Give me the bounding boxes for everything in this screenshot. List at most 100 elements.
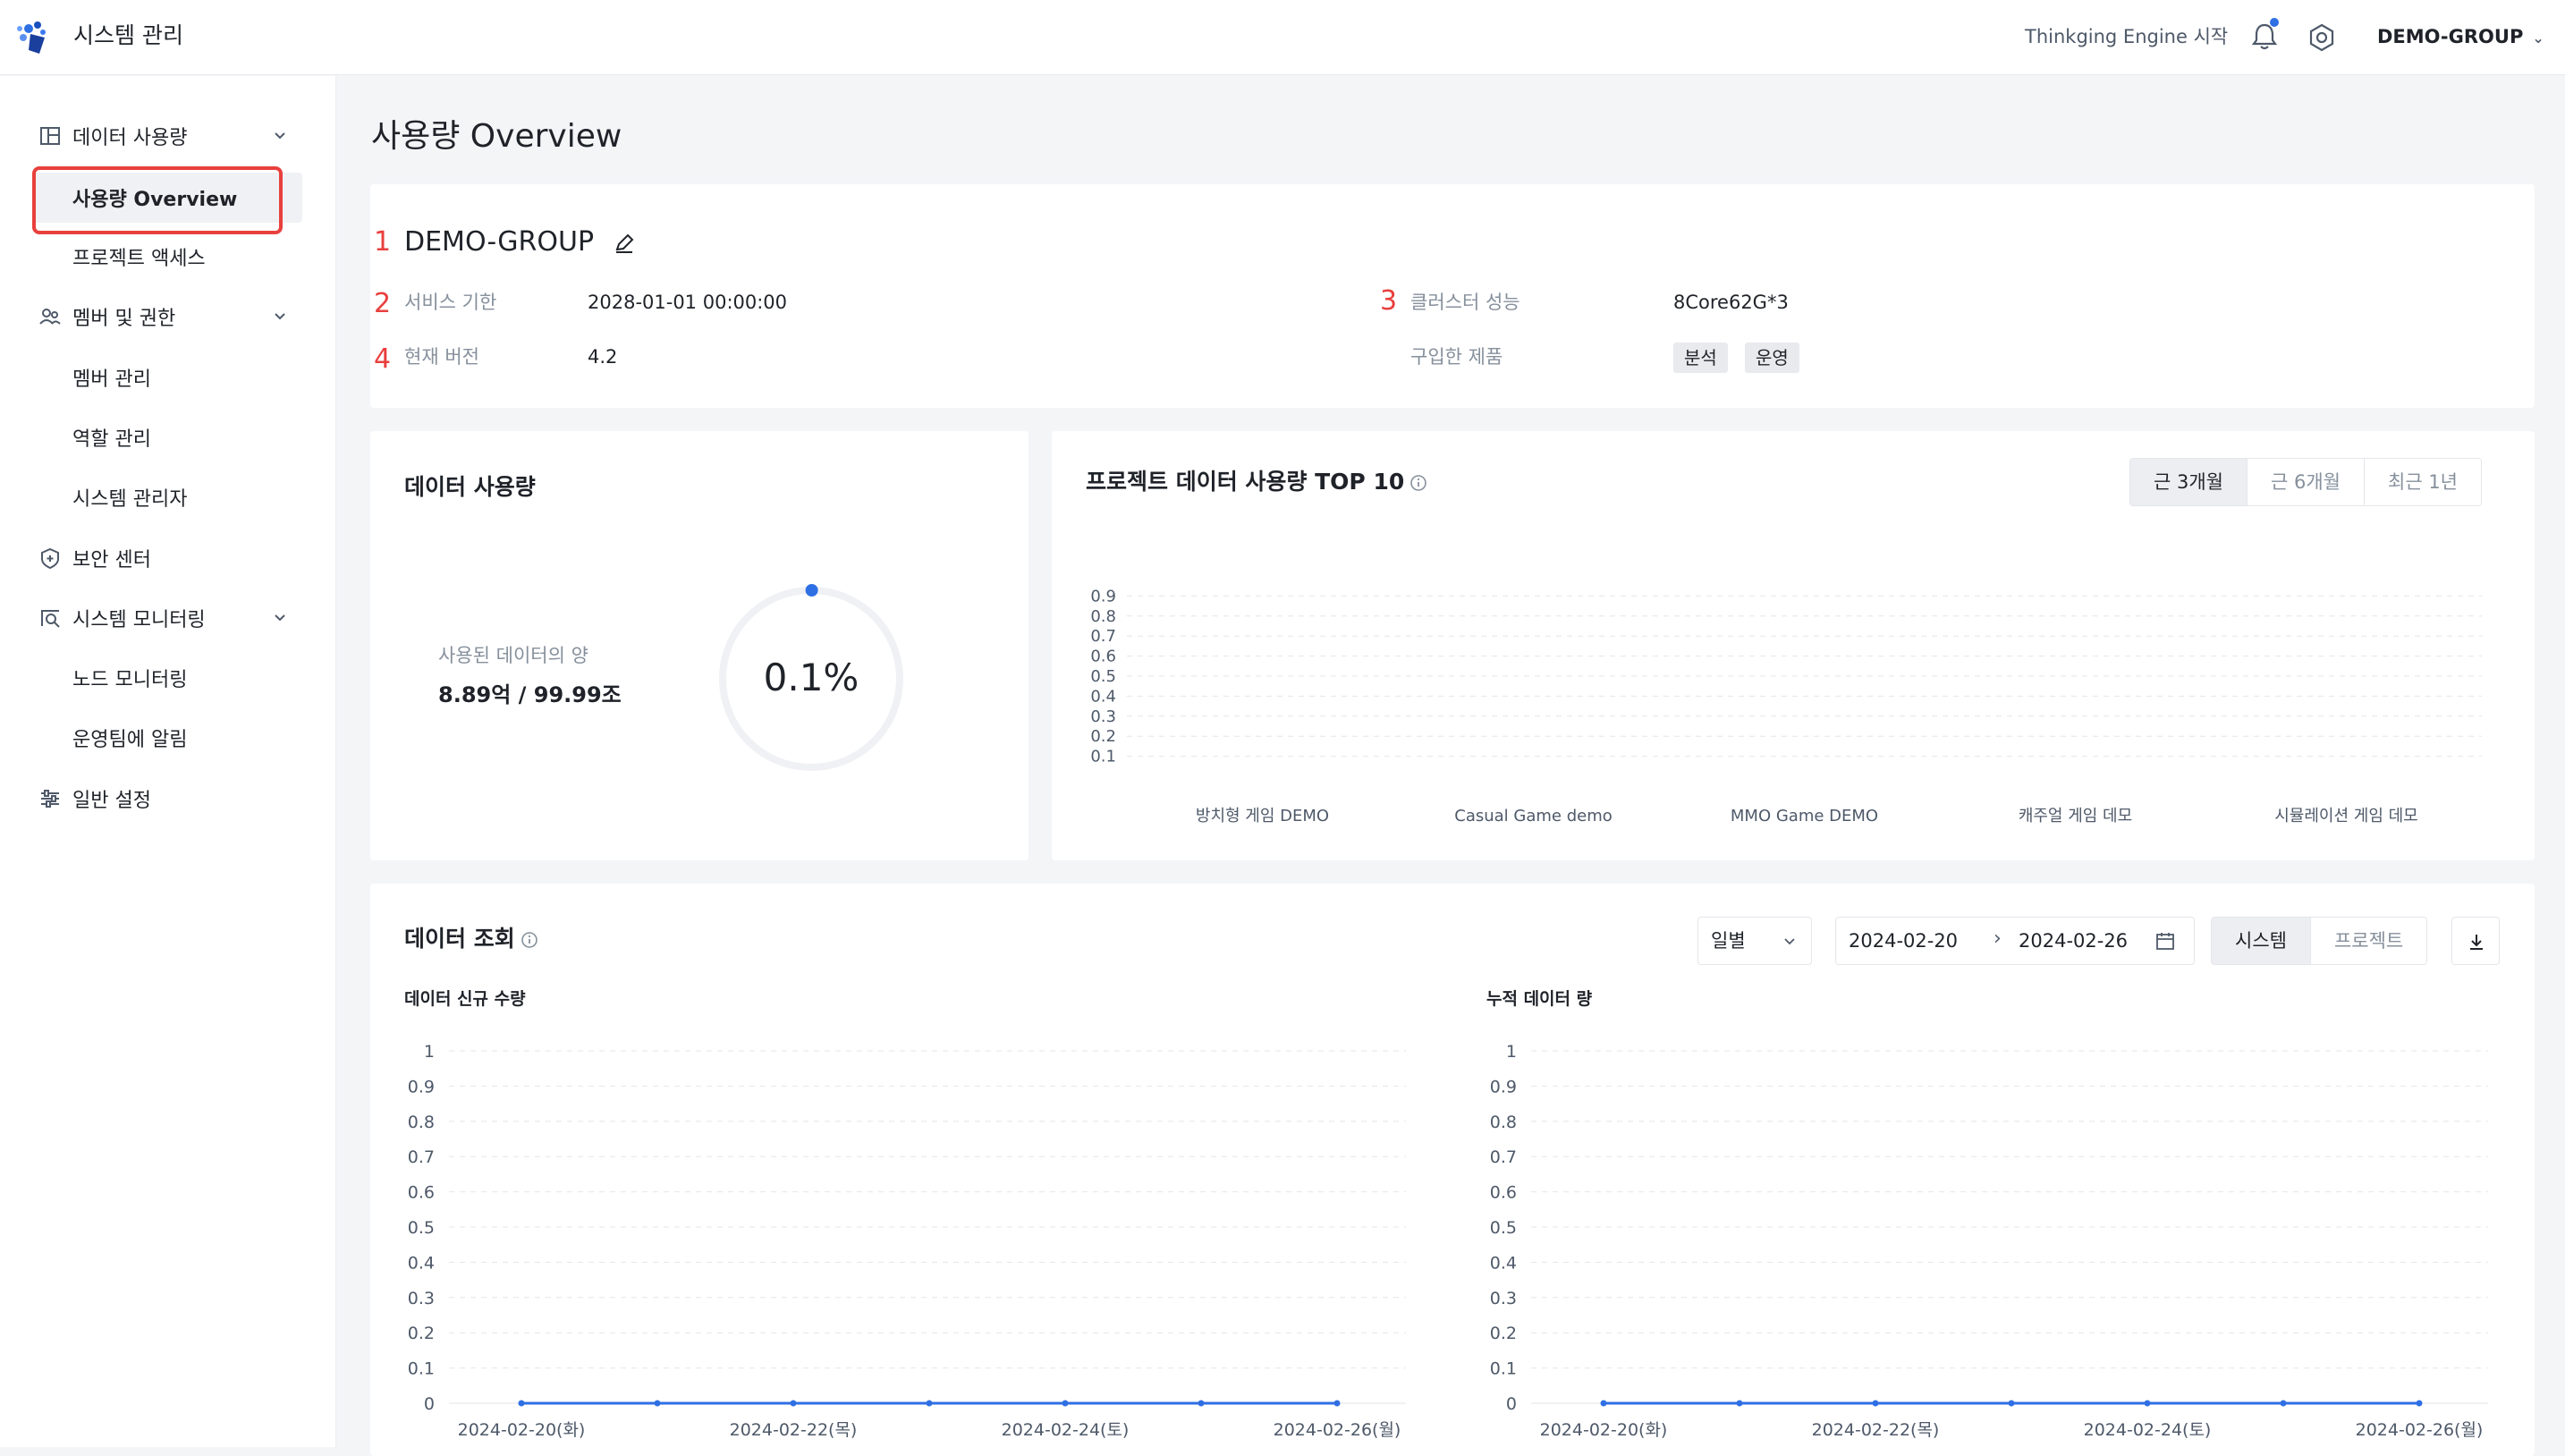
shield-icon [41, 547, 59, 570]
top-header: 시스템 관리 Thinkging Engine 시작 DEMO-GROUP ⌄ [0, 0, 2565, 75]
cluster-label: 클러스터 성능 [1410, 292, 1520, 313]
top10-title: 프로젝트 데이터 사용량 TOP 10 [1086, 469, 1405, 495]
chevron-down-icon: ⌄ [2532, 30, 2544, 47]
scope-option-system[interactable]: 시스템 [2212, 918, 2310, 964]
left-chart-title: 데이터 신규 수량 [404, 989, 526, 1009]
y-tick-label: 0.2 [408, 1324, 435, 1343]
info-icon[interactable] [1409, 474, 1427, 492]
highlight-annotation-box [32, 166, 283, 234]
data-query-title-wrap: 데이터 조회 [404, 923, 538, 955]
x-tick-label: 캐주얼 게임 데모 [2019, 807, 2132, 825]
y-tick-label: 0.5 [1090, 667, 1116, 686]
y-tick-label: 1 [424, 1042, 435, 1062]
data-point[interactable] [1198, 1400, 1205, 1407]
chevron-down-icon[interactable] [270, 307, 290, 326]
calendar-icon[interactable] [2154, 930, 2176, 952]
sidebar-item-member-management[interactable]: 멤버 관리 [0, 352, 336, 402]
y-tick-label: 0.7 [1090, 627, 1116, 646]
sidebar-item-system-monitoring[interactable]: 시스템 모니터링 [0, 593, 336, 643]
sidebar-item-label: 노드 모니터링 [72, 669, 188, 691]
y-tick-label: 0.3 [408, 1289, 435, 1308]
group-select[interactable]: DEMO-GROUP ⌄ [2377, 21, 2544, 54]
data-point[interactable] [926, 1400, 933, 1407]
x-tick-label: 2024-02-24(토) [1002, 1420, 1130, 1440]
granularity-select[interactable]: 일별 [1697, 917, 1812, 965]
app-title: 시스템 관리 [73, 22, 183, 48]
right-chart-title: 누적 데이터 량 [1486, 989, 1593, 1009]
scope-option-project[interactable]: 프로젝트 [2309, 918, 2427, 964]
data-point[interactable] [1600, 1400, 1607, 1407]
date-end[interactable]: 2024-02-26 [2019, 927, 2128, 955]
sidebar-item-project-access[interactable]: 프로젝트 액세스 [0, 232, 336, 282]
gear-icon[interactable] [2304, 20, 2340, 55]
sidebar-item-label: 시스템 모니터링 [72, 609, 206, 631]
logo-icon[interactable] [13, 16, 55, 59]
data-point[interactable] [1062, 1400, 1069, 1407]
data-point[interactable] [1736, 1400, 1743, 1407]
sidebar-item-members[interactable]: 멤버 및 권한 [0, 292, 336, 342]
date-range-picker[interactable]: 2024-02-20 › 2024-02-26 [1835, 917, 2195, 965]
edit-icon[interactable] [612, 231, 637, 256]
data-point[interactable] [1333, 1400, 1341, 1407]
date-start[interactable]: 2024-02-20 [1849, 927, 1958, 955]
data-point[interactable] [2144, 1400, 2151, 1407]
range-option-3m[interactable]: 근 3개월 [2130, 459, 2247, 505]
database-icon [40, 127, 60, 145]
sidebar-item-data-usage[interactable]: 데이터 사용량 [0, 111, 336, 161]
x-tick-label: 방치형 게임 DEMO [1196, 807, 1329, 825]
cumulative-data-chart: 1 0.9 0.8 0.7 0.6 0.5 0.4 0.3 0.2 0.1 0 2024-02-20(… [1490, 1042, 2488, 1440]
chevron-down-icon[interactable] [270, 608, 290, 628]
y-tick-label: 0.3 [1090, 707, 1116, 726]
sidebar-item-node-monitoring[interactable]: 노드 모니터링 [0, 653, 336, 703]
y-tick-label: 0.6 [1490, 1183, 1517, 1203]
notification-dot [2270, 18, 2279, 27]
data-point[interactable] [654, 1400, 661, 1407]
y-tick-label: 0.5 [1490, 1218, 1517, 1238]
y-tick-label: 0.9 [408, 1077, 435, 1096]
data-point[interactable] [518, 1400, 525, 1407]
data-point[interactable] [2416, 1400, 2423, 1407]
sidebar-item-notify-ops[interactable]: 운영팀에 알림 [0, 713, 336, 763]
thinkingengine-start-link[interactable]: Thinkging Engine 시작 [2025, 21, 2228, 52]
x-tick-label: MMO Game DEMO [1731, 807, 1878, 825]
sidebar-item-label: 보안 센터 [72, 549, 151, 571]
cluster-value: 8Core62G*3 [1673, 292, 1789, 313]
x-tick-label: 2024-02-20(화) [1540, 1420, 1668, 1440]
data-point[interactable] [2280, 1400, 2287, 1407]
y-tick-label: 0.3 [1490, 1289, 1517, 1308]
info-icon[interactable] [521, 931, 538, 949]
data-point[interactable] [1872, 1400, 1879, 1407]
range-option-1y[interactable]: 최근 1년 [2364, 459, 2481, 505]
chevron-down-icon [1784, 938, 1795, 945]
data-point[interactable] [2008, 1400, 2015, 1407]
version-label: 현재 버전 [404, 346, 479, 368]
y-tick-label: 0.4 [1490, 1253, 1517, 1273]
y-tick-label: 0.6 [1090, 648, 1116, 666]
top10-chart: 0.9 0.80.7 0.60.50.40.30.2 0.1 방치형 게임 DEMO Ca… [1090, 587, 2482, 825]
download-button[interactable] [2451, 917, 2500, 965]
sidebar-item-security-center[interactable]: 보안 센터 [0, 533, 336, 583]
sidebar-item-label: 운영팀에 알림 [72, 729, 188, 751]
x-tick-label: 2024-02-20(화) [458, 1420, 586, 1440]
y-tick-label: 0.2 [1490, 1324, 1517, 1343]
sidebar-item-label: 멤버 관리 [72, 368, 151, 391]
used-data-value: 8.89억 / 99.99조 [438, 682, 622, 707]
version-value: 4.2 [588, 346, 618, 368]
y-tick-label: 0.6 [408, 1183, 435, 1203]
y-tick-label: 1 [1506, 1042, 1517, 1062]
top10-title-wrap: 프로젝트 데이터 사용량 TOP 10 [1086, 466, 1427, 498]
service-value: 2028-01-01 00:00:00 [588, 292, 788, 313]
y-tick-label: 0.4 [408, 1253, 435, 1273]
sidebar-item-system-admin[interactable]: 시스템 관리자 [0, 472, 336, 522]
data-usage-title: 데이터 사용량 [404, 474, 536, 500]
sidebar-item-general-settings[interactable]: 일반 설정 [0, 774, 336, 824]
annotation-marker-2: 2 [374, 288, 392, 319]
data-point[interactable] [790, 1400, 797, 1407]
group-name: DEMO-GROUP [404, 226, 595, 258]
sidebar-item-label: 데이터 사용량 [72, 127, 188, 149]
annotation-marker-1: 1 [374, 226, 392, 258]
sidebar-item-role-management[interactable]: 역할 관리 [0, 412, 336, 462]
chevron-down-icon[interactable] [270, 126, 290, 146]
range-option-6m[interactable]: 근 6개월 [2247, 459, 2364, 505]
scope-segmented-control: 시스템 프로젝트 [2211, 917, 2428, 965]
